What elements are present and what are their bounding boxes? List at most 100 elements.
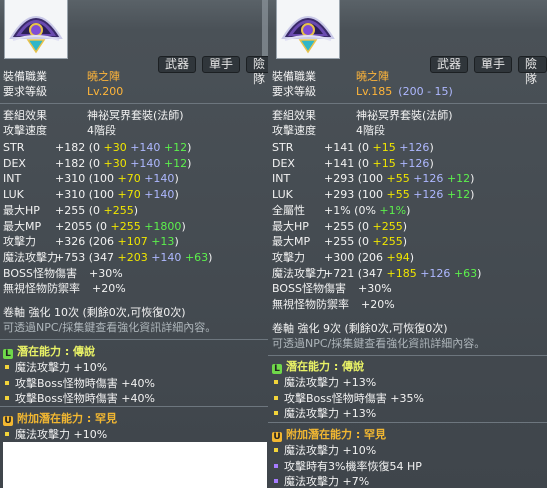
stat-value-part: +55 [386, 188, 410, 202]
stat-row: 最大HP +255 (0 +255) [272, 220, 407, 234]
stat-value-part: +126 [420, 266, 451, 280]
stat-row: 攻擊力 +300 (206 +94) [272, 251, 414, 265]
stat-row: BOSS怪物傷害 +30% [3, 267, 123, 281]
stat-value-part: +70 [117, 188, 141, 202]
bullet-icon [274, 395, 278, 400]
stat-value-part: +12 [163, 141, 188, 154]
stat-row: INT +293 (100 +55 +126 +12) [272, 172, 474, 186]
tag-one-handed: 單手 [474, 56, 513, 73]
potential-line: 攻擊Boss怪物時傷害 +40% [3, 392, 155, 406]
stat-row: 無視怪物防禦率 +20% [272, 298, 395, 312]
stat-value-part: ) [429, 156, 434, 170]
stat-name: 無視怪物防禦率 [3, 282, 80, 296]
speed-row: 攻擊速度 4階段 [272, 124, 385, 138]
stat-row: 最大HP +255 (0 +255) [3, 204, 138, 218]
bonus-potential-title: U 附加潛在能力 : 罕見 [3, 412, 117, 426]
stat-value-part: +13 [151, 235, 175, 249]
legendary-icon: L [3, 349, 13, 359]
bonus-potential-line: 攻擊時有3%機率恢復54 HP [272, 460, 422, 474]
stat-name: 最大HP [3, 203, 40, 217]
bullet-icon [5, 380, 9, 385]
stat-row: STR +141 (0 +15 +126) [272, 141, 434, 155]
stat-value-part: ) [402, 219, 408, 233]
bonus-potential-icon: U [3, 416, 13, 426]
stat-name: LUK [3, 188, 24, 202]
bullet-icon [274, 380, 278, 384]
stat-row: DEX +182 (0 +30 +140 +12) [3, 157, 191, 171]
stat-value-part: ) [470, 188, 475, 202]
stat-row: LUK +293 (100 +55 +126 +12) [272, 188, 474, 202]
potential-text: 攻擊Boss怪物時傷害 +35% [284, 391, 424, 405]
divider [0, 103, 268, 104]
stat-value-part: +30% [357, 282, 392, 296]
stat-value-part: ) [470, 172, 475, 186]
stat-value-part: +15 [372, 156, 396, 170]
level-label: 要求等級 [272, 85, 316, 98]
bullet-icon [5, 396, 9, 400]
level-reduction: (200 - 15) [398, 85, 453, 98]
hint-line: 可透過NPC/採集鍵查看強化資訊詳細內容。 [272, 337, 486, 350]
divider [0, 339, 268, 340]
stat-value-part: ) [174, 188, 179, 202]
stat-value-part: +753 (347 [55, 250, 118, 264]
stat-value-part: +140 [130, 156, 161, 170]
stat-value-part: ) [133, 203, 139, 217]
set-label: 套組效果 [3, 109, 47, 122]
stat-value-part: ) [402, 235, 408, 249]
stat-row: 全屬性 +1% (0% +1%) [272, 204, 410, 218]
scroll-upgrade-line: 卷軸 強化 9次 (剩餘0次,可恢復0次) [272, 322, 448, 335]
stat-value-part: +126 [399, 141, 430, 154]
potential-line: 魔法攻擊力 +13% [272, 407, 376, 421]
stat-value-part: +255 [103, 203, 134, 217]
set-value: 神祕冥界套裝(法師) [87, 109, 184, 122]
potential-text: 魔法攻擊力 +13% [284, 407, 377, 420]
stat-name: DEX [272, 156, 295, 170]
stat-value-part: +94 [386, 250, 410, 264]
stat-value-part: +12 [163, 156, 188, 170]
tag-party: 險隊 [518, 56, 547, 86]
bullet-icon [274, 411, 278, 415]
level-value: Lv.185 [356, 85, 393, 98]
bonus-title-text: 附加潛在能力 : 罕見 [17, 412, 118, 425]
stat-value-part: +185 [386, 266, 417, 280]
tag-weapon: 武器 [158, 56, 197, 73]
stat-value-part: +300 (206 [324, 250, 387, 264]
potential-text: 攻擊時有3%機率恢復54 HP [284, 459, 422, 473]
stat-value-part: ) [187, 141, 192, 154]
stat-value-part: +255 [372, 235, 403, 249]
divider [268, 422, 547, 423]
stat-row: INT +310 (100 +70 +140) [3, 172, 179, 186]
set-row: 套組效果 神祕冥界套裝(法師) [272, 109, 453, 123]
stat-name: BOSS怪物傷害 [272, 282, 346, 296]
stat-value-part: +70 [117, 172, 141, 186]
speed-label: 攻擊速度 [3, 124, 47, 137]
tag-weapon: 武器 [430, 56, 469, 73]
bonus-title-text: 附加潛在能力 : 罕見 [286, 428, 387, 441]
stat-name: BOSS怪物傷害 [3, 266, 77, 280]
stat-value-part: +126 [413, 172, 444, 186]
stat-value-part: +255 [110, 219, 141, 233]
bonus-potential-icon: U [272, 432, 282, 442]
potential-line: 魔法攻擊力 +13% [272, 376, 376, 390]
stat-value-part: ) [181, 219, 186, 233]
job-label: 裝備職業 [3, 70, 47, 83]
stat-value-part: +255 (0 [324, 235, 373, 249]
bullet-icon [274, 479, 278, 483]
potential-text: 魔法攻擊力 +13% [284, 376, 377, 389]
stat-value-part: +255 (0 [324, 219, 373, 233]
stat-row: 魔法攻擊力+721 (347 +185 +126 +63) [272, 267, 481, 281]
stat-value-part: +63 [184, 250, 209, 264]
speed-value: 4階段 [87, 124, 116, 137]
potential-text: 攻擊Boss怪物時傷害 +40% [15, 376, 155, 390]
fan-weapon-icon [281, 16, 335, 54]
stat-value-part: +2055 (0 [55, 219, 111, 233]
potential-text: 魔法攻擊力 +10% [15, 361, 108, 374]
stat-name: 最大MP [272, 235, 311, 249]
job-row: 裝備職業 曉之陣 [3, 70, 120, 84]
stat-value-part: +255 (0 [55, 203, 104, 217]
stat-value-part: +203 [117, 250, 148, 264]
stat-value-part: +310 (100 [55, 172, 118, 186]
stat-value-part: +12 [446, 172, 471, 186]
job-label: 裝備職業 [272, 70, 316, 83]
potential-title-text: 潛在能力 : 傳說 [286, 360, 365, 373]
